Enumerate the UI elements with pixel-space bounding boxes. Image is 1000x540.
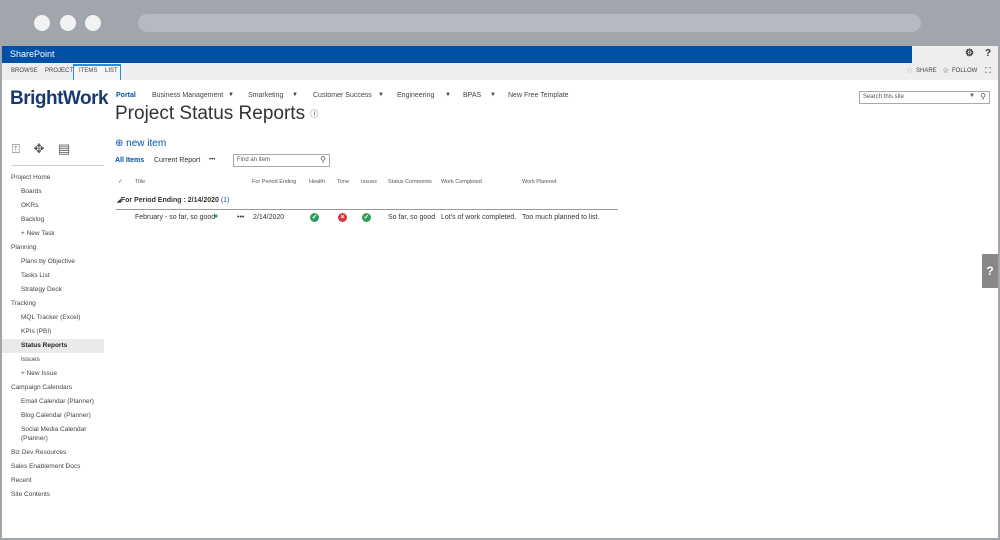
sidebar-item: (Planner) xyxy=(21,435,48,442)
dropdown-icon[interactable]: ▼ xyxy=(292,92,298,98)
sidebar-item[interactable]: MQL Tracker (Excel) xyxy=(2,311,104,325)
column-work-completed[interactable]: Work Completed xyxy=(441,179,482,185)
sidebar-toolbar: ⍐ ✥ ▤ xyxy=(12,141,70,157)
tab-list[interactable]: LIST xyxy=(105,68,118,74)
sidebar-item[interactable]: Issues xyxy=(2,353,104,367)
row-work-completed: Lot's of work completed. xyxy=(441,214,517,221)
share-icon[interactable]: ◌ xyxy=(907,66,912,75)
row-status-comments: So far, so good xyxy=(388,214,436,221)
new-item-button[interactable]: ⊕ new item xyxy=(115,138,166,149)
share-button[interactable]: SHARE xyxy=(916,68,937,74)
sidebar-item[interactable]: Campaign Calendars xyxy=(2,381,104,395)
help-tab[interactable]: ? xyxy=(982,254,998,288)
dropdown-icon[interactable]: ▼ xyxy=(378,92,384,98)
nav-engineering[interactable]: Engineering xyxy=(397,92,434,99)
address-bar[interactable] xyxy=(138,14,921,32)
brightwork-logo[interactable]: BrightWork xyxy=(10,88,109,110)
gear-icon[interactable]: ⚙ xyxy=(965,48,974,59)
sidebar-item[interactable]: Sales Enablement Docs xyxy=(2,460,104,474)
sidebar-item[interactable]: Status Reports xyxy=(2,339,104,353)
select-all-checkbox[interactable]: ✓ xyxy=(118,179,123,185)
tab-browse[interactable]: BROWSE xyxy=(11,68,38,74)
column-work-planned[interactable]: Work Planned xyxy=(522,179,556,185)
focus-icon[interactable]: ⛶ xyxy=(985,66,991,76)
ribbon: BROWSE PROJECT ITEMS LIST ◌ SHARE ☆ FOLL… xyxy=(2,63,998,80)
search-icon[interactable]: ⚲ xyxy=(320,155,326,164)
sharepoint-page: SharePoint ⚙ ? BROWSE PROJECT ITEMS LIST… xyxy=(2,46,998,538)
nav-business-management[interactable]: Business Management xyxy=(152,92,223,99)
dropdown-icon[interactable]: ▼ xyxy=(969,93,975,99)
tab-project[interactable]: PROJECT xyxy=(45,68,73,74)
sidebar-item[interactable]: Tasks List xyxy=(2,269,104,283)
sidebar-item[interactable]: Plans by Objective xyxy=(2,255,104,269)
sidebar-item[interactable]: Tracking xyxy=(2,297,104,311)
window-maximize-dot[interactable] xyxy=(85,15,101,31)
sidebar-item[interactable]: Blog Calendar (Planner) xyxy=(2,409,104,423)
column-status-comments[interactable]: Status Comments xyxy=(388,179,432,185)
site-search-input[interactable]: Search this site ▼ ⚲ xyxy=(859,91,990,104)
sidebar-item[interactable]: + New Task xyxy=(2,227,104,241)
health-ok-icon: ✓ xyxy=(310,213,319,222)
upload-icon[interactable]: ⍐ xyxy=(12,141,20,156)
sidebar-item[interactable]: Strategy Deck xyxy=(2,283,104,297)
follow-button[interactable]: FOLLOW xyxy=(952,68,977,74)
row-menu-button[interactable]: ••• xyxy=(237,214,244,221)
sidebar-item[interactable]: Site Contents xyxy=(2,488,104,502)
star-icon[interactable]: ☆ xyxy=(942,66,949,75)
divider xyxy=(116,209,618,210)
list-icon[interactable]: ▤ xyxy=(58,141,70,156)
sidebar-item[interactable]: Biz Dev Resources xyxy=(2,446,104,460)
sidebar-item[interactable]: Recent xyxy=(2,474,104,488)
sidebar-item[interactable]: Backlog xyxy=(2,213,104,227)
info-icon[interactable]: ⓘ xyxy=(310,109,318,118)
window-close-dot[interactable] xyxy=(34,15,50,31)
divider xyxy=(12,165,104,166)
nav-bpas[interactable]: BPAS xyxy=(463,92,481,99)
group-count: (1) xyxy=(220,197,230,204)
find-item-input[interactable]: Find an item ⚲ xyxy=(233,154,330,167)
dropdown-icon[interactable]: ▼ xyxy=(445,92,451,98)
plus-circle-icon: ⊕ xyxy=(115,138,124,149)
sharepoint-brand[interactable]: SharePoint xyxy=(10,49,55,59)
column-period-ending[interactable]: For Period Ending xyxy=(252,179,296,185)
sidebar-item[interactable]: Planning xyxy=(2,241,104,255)
dropdown-icon[interactable]: ▼ xyxy=(490,92,496,98)
search-placeholder: Search this site xyxy=(863,94,905,100)
new-item-badge-icon: ■ xyxy=(214,214,218,220)
browser-chrome xyxy=(0,0,1000,46)
sidebar-item[interactable]: Project Home xyxy=(2,171,104,185)
column-health[interactable]: Health xyxy=(309,179,325,185)
sidebar-item[interactable]: OKRs xyxy=(2,199,104,213)
column-issues[interactable]: Issues xyxy=(361,179,377,185)
page-title: Project Status Reports ⓘ xyxy=(115,103,319,124)
column-title[interactable]: Title xyxy=(135,179,145,185)
move-icon[interactable]: ✥ xyxy=(33,141,44,156)
view-all-items[interactable]: All Items xyxy=(115,157,144,164)
column-time[interactable]: Time xyxy=(337,179,349,185)
sidebar-item[interactable]: KPIs (PBI) xyxy=(2,325,104,339)
row-period: 2/14/2020 xyxy=(253,214,285,221)
nav-customer-success[interactable]: Customer Success xyxy=(313,92,372,99)
question-icon[interactable]: ? xyxy=(985,48,991,59)
group-header[interactable]: ◢For Period Ending : 2/14/2020 (1) xyxy=(117,197,229,204)
issues-ok-icon: ✓ xyxy=(362,213,371,222)
row-title-link[interactable]: February - so far, so good xyxy=(135,214,215,221)
tab-items[interactable]: ITEMS xyxy=(79,68,97,74)
dropdown-icon[interactable]: ▼ xyxy=(228,92,234,98)
nav-smarketing[interactable]: Smarketing xyxy=(248,92,283,99)
view-current-report[interactable]: Current Report xyxy=(154,157,200,164)
sidebar-item[interactable]: Boards xyxy=(2,185,104,199)
search-icon[interactable]: ⚲ xyxy=(980,92,986,101)
sidebar-item[interactable]: + New Issue xyxy=(2,367,104,381)
nav-portal[interactable]: Portal xyxy=(116,92,136,99)
nav-new-free-template[interactable]: New Free Template xyxy=(508,92,569,99)
suite-bar: SharePoint xyxy=(2,46,912,63)
time-error-icon: × xyxy=(338,213,347,222)
more-views-button[interactable]: ••• xyxy=(209,157,215,163)
sidebar-item[interactable]: Email Calendar (Planner) xyxy=(2,395,104,409)
window-minimize-dot[interactable] xyxy=(60,15,76,31)
row-work-planned: Too much planned to list. xyxy=(522,214,600,221)
